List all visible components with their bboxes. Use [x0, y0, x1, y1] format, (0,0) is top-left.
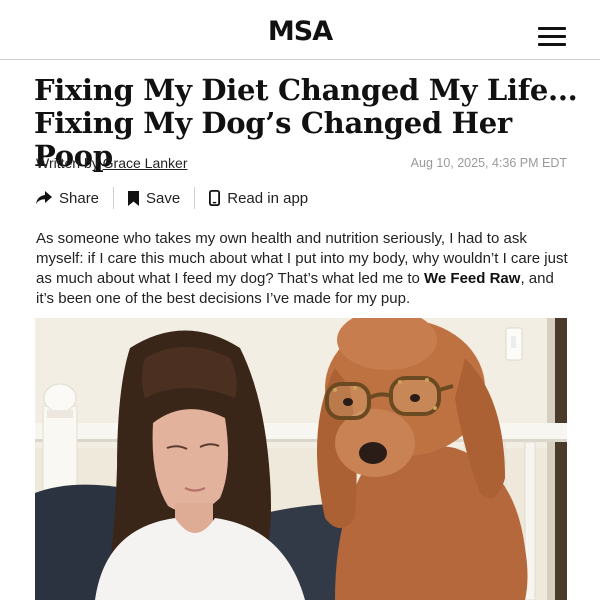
brand-name: We Feed Raw	[424, 270, 521, 287]
top-bar: MSA	[0, 0, 600, 60]
bookmark-icon	[128, 190, 140, 206]
article-photo	[35, 318, 567, 600]
menu-line	[538, 43, 566, 46]
action-divider	[113, 187, 115, 209]
headline-line-1: Fixing My Diet Changed My Life...	[34, 73, 578, 107]
share-icon	[36, 191, 52, 205]
read-in-app-label: Read in app	[227, 189, 309, 207]
share-button[interactable]: Share	[36, 190, 99, 207]
share-label: Share	[59, 189, 100, 207]
read-in-app-button[interactable]: Read in app	[209, 190, 308, 207]
byline: Written by Grace Lanker	[36, 155, 187, 171]
publish-timestamp: Aug 10, 2025, 4:36 PM EDT	[410, 156, 567, 170]
byline-prefix: Written by	[36, 155, 99, 171]
hamburger-menu-icon[interactable]	[538, 27, 568, 47]
author-link[interactable]: Grace Lanker	[103, 155, 188, 171]
article-actions: Share Save Read in app	[36, 186, 308, 210]
save-button[interactable]: Save	[128, 190, 180, 207]
menu-line	[538, 27, 566, 30]
intro-paragraph: As someone who takes my own health and n…	[36, 229, 572, 309]
phone-icon	[209, 190, 221, 206]
site-logo[interactable]: MSA	[0, 16, 600, 47]
action-divider	[194, 187, 196, 209]
menu-line	[538, 35, 566, 38]
save-label: Save	[146, 189, 181, 207]
